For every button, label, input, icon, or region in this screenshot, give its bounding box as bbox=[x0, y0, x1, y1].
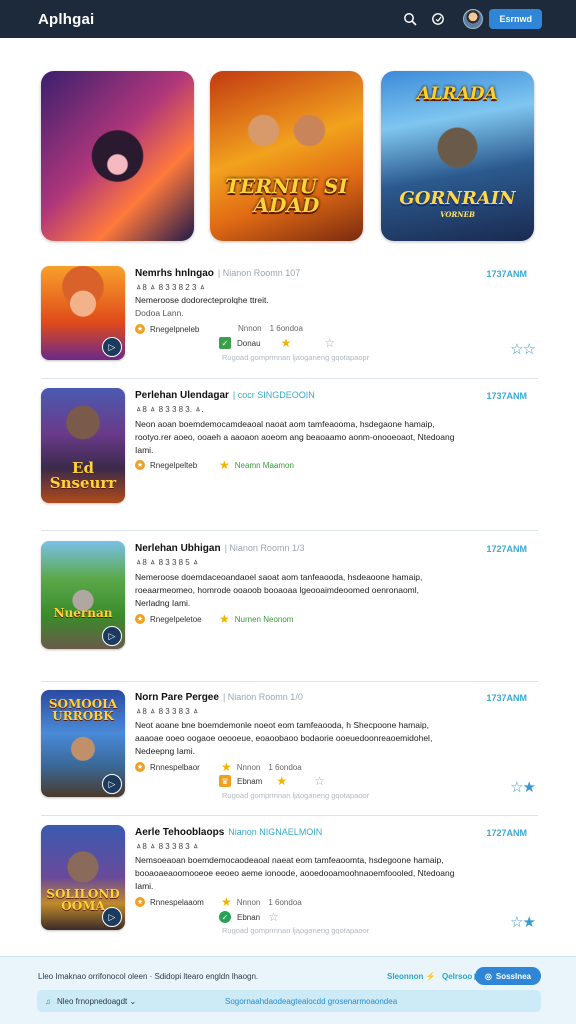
search-icon[interactable] bbox=[401, 10, 419, 28]
rating-tag[interactable]: ★ Neamn Maamon bbox=[219, 458, 294, 472]
timestamp: 1727ANM bbox=[486, 544, 527, 554]
stat-row: ✓ Ebnan ☆ bbox=[219, 910, 279, 924]
rating-tag[interactable]: ★ Nurnen Neonom bbox=[219, 612, 293, 626]
brand-logo[interactable]: Aplhgai bbox=[38, 11, 94, 28]
star-icon: ★ bbox=[276, 774, 288, 788]
game-title[interactable]: Nemrhs hnlngao | Nianon Roomn 107 bbox=[135, 268, 300, 279]
star-icon: ★ bbox=[219, 612, 230, 626]
timestamp: 1737ANM bbox=[486, 693, 527, 703]
footer-select-bar[interactable]: ♫ Nleo frnopnedoagdt ⌄ Sogornaahdaodeagt… bbox=[37, 990, 541, 1012]
game-description: Nemeroose dodorecteprolqhe ttreit. bbox=[135, 295, 269, 305]
star-icon: ★ bbox=[219, 458, 230, 472]
play-icon[interactable]: ▷ bbox=[102, 337, 122, 357]
rating-row: ㅿ8 ㅿ 8 3 3 8 3 ㅿ bbox=[135, 842, 200, 851]
game-thumbnail[interactable]: SOMOOIA URROBK ▷ bbox=[41, 690, 125, 797]
star-icon: ★ bbox=[280, 336, 292, 350]
game-thumbnail[interactable]: ▷ bbox=[41, 266, 125, 360]
stat-row: ♛ Ebnam ★ ☆ bbox=[219, 774, 325, 788]
rating-row: ㅿ8 ㅿ 8 3 3 8 3 ㅿ bbox=[135, 707, 200, 716]
star-badge-icon: ★ bbox=[135, 897, 145, 907]
bell-icon: ♫ bbox=[45, 996, 51, 1006]
avatar[interactable] bbox=[463, 9, 484, 29]
language-select[interactable]: Nleo frnopnedoagdt ⌄ bbox=[57, 997, 136, 1006]
hero-title-top: ALRADA bbox=[417, 84, 498, 104]
game-title[interactable]: Norn Pare Pergee | Nianon Roomn 1/0 bbox=[135, 692, 303, 703]
star-icon: ★ bbox=[221, 760, 232, 774]
account-button[interactable]: Esrnwd bbox=[489, 9, 542, 29]
star-badge-icon: ★ bbox=[135, 614, 145, 624]
stat-line: ★ Nnnon 1 6ondoa bbox=[221, 895, 302, 909]
stat-line: Nnnon 1 6ondoa bbox=[238, 324, 303, 333]
star-outline-icon: ☆ bbox=[324, 336, 336, 350]
chat-icon: ◎ bbox=[484, 971, 492, 981]
star-badge-icon: ★ bbox=[135, 324, 145, 334]
footer-bar: Lleo Imaknao orrifonocol oleen · Sdidopi… bbox=[0, 956, 576, 1024]
hero-title: GORNRAIN bbox=[399, 188, 516, 209]
star-icon: ★ bbox=[221, 895, 232, 909]
play-icon[interactable]: ▷ bbox=[102, 626, 122, 646]
category-tag[interactable]: ★ Rnegelpneleb bbox=[135, 324, 199, 334]
trophy-icon: ♛ bbox=[219, 775, 231, 787]
notification-icon[interactable] bbox=[429, 10, 447, 28]
star-outline-icon: ☆ bbox=[314, 774, 325, 788]
muted-meta: Rugoad gomprmnan ljaoganeng gqotapaopr bbox=[222, 353, 370, 362]
hero-card-3[interactable]: ALRADA GORNRAIN VORNEB bbox=[381, 71, 534, 241]
shield-icon: ✓ bbox=[219, 911, 231, 923]
top-navbar: Aplhgai Esrnwd bbox=[0, 0, 576, 38]
favorite-stars-icon[interactable]: ☆★ bbox=[510, 778, 536, 796]
play-icon[interactable]: ▷ bbox=[102, 774, 122, 794]
star-outline-icon: ☆ bbox=[268, 910, 279, 924]
footer-button[interactable]: ◎ Sosslnea bbox=[474, 967, 541, 985]
footer-center-link[interactable]: Sogornaahdaodeagtealocdd grosenarmoaonde… bbox=[225, 997, 397, 1006]
game-thumbnail[interactable]: Ed Snseurr bbox=[41, 388, 125, 503]
hero-card-2[interactable]: TERNIU SI ADAD bbox=[210, 71, 363, 241]
divider bbox=[41, 378, 538, 379]
game-description: Neon aoan boemdemocamdeaoal naoat aom ta… bbox=[135, 419, 455, 455]
game-title[interactable]: Nerlehan Ubhigan | Nianon Roomn 1/3 bbox=[135, 543, 304, 554]
favorite-stars-icon[interactable]: ☆☆ bbox=[510, 340, 536, 358]
game-description: Neot aoane bne boemdemonle noeot eom tam… bbox=[135, 720, 433, 756]
timestamp: 1727ANM bbox=[486, 828, 527, 838]
game-title[interactable]: Aerle Tehooblaops Nianon NIGNAELMOIN bbox=[135, 827, 322, 838]
footer-text: Lleo Imaknao orrifonocol oleen · Sdidopi… bbox=[38, 972, 259, 981]
divider bbox=[41, 530, 538, 531]
rating-row: ㅿ8 ㅿ 8 3 3 8 3. ㅿ. bbox=[135, 405, 204, 414]
timestamp: 1737ANM bbox=[486, 391, 527, 401]
category-tag[interactable]: ★ Rnnespelbaor bbox=[135, 762, 200, 772]
favorite-stars-icon[interactable]: ☆★ bbox=[510, 913, 536, 931]
timestamp: 1737ANM bbox=[486, 269, 527, 279]
rating-row: ㅿ8 ㅿ 8 3 3 8 2 3 ㅿ bbox=[135, 283, 207, 292]
hero-title: TERNIU SI ADAD bbox=[225, 174, 348, 217]
star-badge-icon: ★ bbox=[135, 460, 145, 470]
game-description-line: Dodoa Lann. bbox=[135, 308, 184, 318]
game-description: Nemeroose doemdaceoandaoel saoat aom tan… bbox=[135, 572, 423, 608]
app-store-icon: ✓ bbox=[219, 337, 231, 349]
stat-line: ★ Nnnon 1 6ondoa bbox=[221, 760, 302, 774]
rating-row: ㅿ8 ㅿ 8 3 3 8 5 ㅿ bbox=[135, 558, 200, 567]
hero-card-1[interactable] bbox=[41, 71, 194, 241]
game-thumbnail[interactable]: SOLILOND OOMA ▷ bbox=[41, 825, 125, 930]
category-tag[interactable]: ★ Rnegelpeletoe bbox=[135, 614, 202, 624]
stat-row: ✓ Donau ★ ☆ bbox=[219, 336, 335, 350]
game-description: Nemsoeaoan boemdemocaodeaoal naeat eom t… bbox=[135, 855, 455, 891]
game-title[interactable]: Perlehan Ulendagar | cocr SINGDEOOIN bbox=[135, 390, 315, 401]
divider bbox=[41, 815, 538, 816]
footer-link-1[interactable]: Sleonnon ⚡ bbox=[387, 972, 436, 981]
hero-subtitle: VORNEB bbox=[440, 210, 475, 219]
game-thumbnail[interactable]: Nuernan ▷ bbox=[41, 541, 125, 649]
muted-meta: Rugoad gomprmnan ljaoganeng gqotapaoor bbox=[222, 926, 370, 935]
divider bbox=[41, 681, 538, 682]
play-icon[interactable]: ▷ bbox=[102, 907, 122, 927]
category-tag[interactable]: ★ Rnegelpelteb bbox=[135, 460, 197, 470]
muted-meta: Rugoad gomprmnan ljaoganeng gqotapaoor bbox=[222, 791, 370, 800]
star-badge-icon: ★ bbox=[135, 762, 145, 772]
category-tag[interactable]: ★ Rnnespelaaom bbox=[135, 897, 204, 907]
